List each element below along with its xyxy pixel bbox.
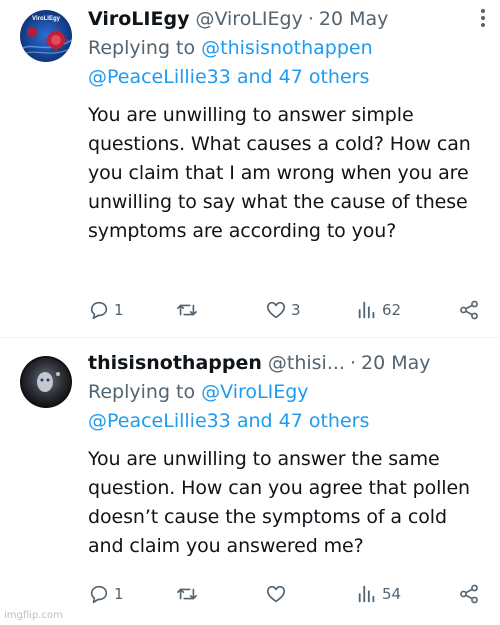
tweet: thisisnothappen @thisi... · 20 May Reply… (0, 338, 500, 625)
views-chart-icon (358, 585, 375, 603)
heart-icon (266, 585, 286, 603)
share-icon (460, 584, 478, 604)
replying-user-link[interactable]: @thisisnothappen (201, 37, 373, 59)
author-name[interactable]: ViroLIEgy (88, 6, 189, 32)
author-handle[interactable]: @ViroLIEgy (195, 6, 302, 32)
replying-prefix: Replying to (88, 381, 202, 403)
reply-count: 1 (114, 585, 124, 603)
views-chart-icon (358, 301, 375, 319)
retweet-button[interactable] (176, 299, 202, 321)
like-button[interactable]: 3 (265, 299, 301, 321)
replying-others-link[interactable]: @PeaceLillie33 and 47 others (88, 66, 369, 88)
svg-text:ViroLIEgy: ViroLIEgy (32, 16, 61, 22)
replying-to: Replying to @thisisnothappen @PeaceLilli… (88, 34, 488, 92)
views-button[interactable]: 62 (356, 299, 401, 321)
reply-count: 1 (114, 301, 124, 319)
avatar[interactable] (20, 356, 72, 408)
more-options-icon[interactable] (480, 8, 486, 28)
views-button[interactable]: 54 (356, 583, 401, 605)
watermark: imgflip.com (4, 610, 63, 621)
views-count: 54 (382, 585, 402, 603)
share-icon (460, 300, 478, 320)
replying-others-link[interactable]: @PeaceLillie33 and 47 others (88, 410, 369, 432)
reply-button[interactable]: 1 (88, 583, 124, 605)
tweet-date[interactable]: 20 May (319, 6, 389, 32)
heart-icon (266, 301, 286, 319)
replying-prefix: Replying to (88, 37, 202, 59)
retweet-button[interactable] (176, 583, 202, 605)
retweet-icon (177, 304, 197, 316)
author-handle[interactable]: @thisi... (268, 350, 345, 376)
virus-logo-icon: ViroLIEgy (20, 10, 72, 62)
tweet-header: ViroLIEgy @ViroLIEgy · 20 May (88, 6, 488, 32)
reply-icon (90, 585, 108, 604)
replying-user-link[interactable]: @ViroLIEgy (201, 381, 308, 403)
tweet: ViroLIEgy ViroLIEgy @ViroLIEgy · 20 May … (0, 0, 500, 338)
reply-icon (90, 301, 108, 320)
replying-to: Replying to @ViroLIEgy @PeaceLillie33 an… (88, 378, 488, 436)
tweet-actions: 1 54 (88, 581, 480, 607)
tweet-text: You are unwilling to answer simple quest… (88, 104, 471, 242)
tweet-actions: 1 3 62 (88, 297, 480, 323)
share-button[interactable] (458, 583, 480, 605)
reply-button[interactable]: 1 (88, 299, 124, 321)
share-button[interactable] (458, 299, 480, 321)
retweet-icon (177, 588, 197, 600)
author-name[interactable]: thisisnothappen (88, 350, 262, 376)
views-count: 62 (382, 301, 402, 319)
separator-dot: · (307, 8, 314, 30)
avatar[interactable]: ViroLIEgy (20, 10, 72, 62)
like-count: 3 (291, 301, 301, 319)
ghost-avatar-icon (20, 356, 72, 408)
tweet-date[interactable]: 20 May (361, 350, 431, 376)
like-button[interactable] (265, 583, 291, 605)
separator-dot: · (349, 352, 357, 374)
tweet-text: You are unwilling to answer the same que… (88, 448, 470, 557)
tweet-content: thisisnothappen @thisi... · 20 May Reply… (88, 350, 488, 561)
tweet-header: thisisnothappen @thisi... · 20 May (88, 350, 488, 376)
tweet-content: ViroLIEgy @ViroLIEgy · 20 May Replying t… (88, 6, 488, 246)
